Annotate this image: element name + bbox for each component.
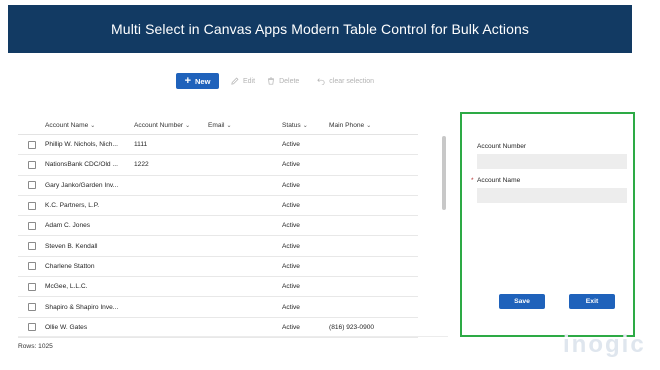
trash-icon bbox=[268, 77, 274, 85]
row-checkbox[interactable] bbox=[27, 262, 36, 271]
row-checkbox[interactable] bbox=[27, 242, 36, 251]
accounts-table: Account Name ⌄ Account Number ⌄ Email ⌄ Sta… bbox=[18, 116, 418, 338]
cell-status: Active bbox=[282, 202, 300, 210]
new-button-label: New bbox=[195, 76, 211, 86]
clear-selection-button[interactable]: clear selection bbox=[317, 73, 374, 89]
column-header-account-name[interactable]: Account Name ⌄ bbox=[45, 122, 134, 129]
row-checkbox[interactable] bbox=[27, 303, 36, 312]
account-name-label-wrap: * Account Name bbox=[471, 177, 521, 184]
table-row[interactable]: Gary Janko/Garden Inv... Active bbox=[18, 176, 418, 196]
row-checkbox[interactable] bbox=[27, 160, 36, 169]
page-title: Multi Select in Canvas Apps Modern Table… bbox=[111, 21, 529, 37]
cell-account-name: Gary Janko/Garden Inv... bbox=[45, 181, 119, 189]
cell-main-phone: (816) 923-0900 bbox=[329, 323, 375, 331]
header-banner: Multi Select in Canvas Apps Modern Table… bbox=[8, 5, 632, 53]
column-header-account-number[interactable]: Account Number ⌄ bbox=[134, 122, 208, 129]
row-checkbox[interactable] bbox=[27, 323, 36, 332]
delete-button-label: Delete bbox=[279, 77, 300, 85]
edit-button[interactable]: Edit bbox=[231, 73, 255, 89]
cell-account-number: 1222 bbox=[134, 161, 149, 169]
cell-account-name: Shapiro & Shapiro Inve... bbox=[45, 303, 119, 311]
chevron-down-icon: ⌄ bbox=[185, 122, 191, 129]
command-toolbar: + New Edit Delete clear selection bbox=[176, 73, 374, 89]
account-name-field[interactable] bbox=[477, 188, 627, 203]
table-row[interactable]: K.C. Partners, L.P. Active bbox=[18, 196, 418, 217]
cell-account-name: McGee, L.L.C. bbox=[45, 283, 88, 291]
cell-status: Active bbox=[282, 161, 300, 169]
column-header-email[interactable]: Email ⌄ bbox=[208, 122, 282, 129]
cell-status: Active bbox=[282, 323, 300, 331]
cell-status: Active bbox=[282, 222, 300, 230]
chevron-down-icon: ⌄ bbox=[302, 122, 308, 129]
cell-status: Active bbox=[282, 283, 300, 291]
inogic-watermark-logo: inogic bbox=[563, 331, 646, 358]
row-checkbox[interactable] bbox=[27, 201, 36, 210]
required-marker: * bbox=[471, 177, 474, 184]
row-checkbox[interactable] bbox=[27, 140, 36, 149]
cell-account-name: Adam C. Jones bbox=[45, 222, 91, 230]
table-footer-divider bbox=[18, 336, 448, 337]
new-button[interactable]: + New bbox=[176, 73, 219, 89]
cell-account-number: 1111 bbox=[134, 141, 148, 149]
cell-account-name: Ollie W. Gates bbox=[45, 323, 88, 331]
cell-status: Active bbox=[282, 262, 300, 270]
pencil-icon bbox=[231, 77, 239, 85]
chevron-down-icon: ⌄ bbox=[226, 122, 232, 129]
clear-selection-label: clear selection bbox=[329, 77, 375, 85]
table-row[interactable]: Steven B. Kendall Active bbox=[18, 236, 418, 257]
table-scrollbar[interactable] bbox=[442, 136, 446, 210]
table-row[interactable]: Ollie W. Gates Active (816) 923-0900 bbox=[18, 318, 418, 338]
column-header-main-phone[interactable]: Main Phone ⌄ bbox=[329, 122, 418, 129]
cell-account-name: NationsBank CDC/Old ... bbox=[45, 161, 118, 169]
chevron-down-icon: ⌄ bbox=[90, 122, 96, 129]
table-row[interactable]: NationsBank CDC/Old ... 1222 Active bbox=[18, 155, 418, 176]
table-row[interactable]: Shapiro & Shapiro Inve... Active bbox=[18, 297, 418, 318]
chevron-down-icon: ⌄ bbox=[366, 122, 372, 129]
row-checkbox[interactable] bbox=[27, 282, 36, 291]
table-row[interactable]: McGee, L.L.C. Active bbox=[18, 277, 418, 298]
table-row[interactable]: Phillip W. Nichols, Nich... 1111 Active bbox=[18, 135, 418, 156]
account-number-field[interactable] bbox=[477, 154, 627, 169]
cell-account-name: Charlene Statton bbox=[45, 262, 95, 270]
exit-button[interactable]: Exit bbox=[569, 294, 615, 309]
edit-button-label: Edit bbox=[243, 77, 256, 85]
cell-status: Active bbox=[282, 181, 300, 189]
column-header-status[interactable]: Status ⌄ bbox=[282, 122, 329, 129]
cell-account-name: K.C. Partners, L.P. bbox=[45, 202, 100, 210]
delete-button[interactable]: Delete bbox=[267, 73, 299, 89]
table-row[interactable]: Adam C. Jones Active bbox=[18, 216, 418, 237]
cell-status: Active bbox=[282, 141, 300, 149]
cell-account-name: Steven B. Kendall bbox=[45, 242, 98, 250]
cell-account-name: Phillip W. Nichols, Nich... bbox=[45, 141, 118, 149]
table-header: Account Name ⌄ Account Number ⌄ Email ⌄ Sta… bbox=[18, 116, 418, 135]
table-body: Phillip W. Nichols, Nich... 1111 Active Nat… bbox=[18, 135, 418, 338]
row-checkbox[interactable] bbox=[27, 181, 36, 190]
table-row[interactable]: Charlene Statton Active bbox=[18, 257, 418, 278]
cell-status: Active bbox=[282, 242, 300, 250]
cell-status: Active bbox=[282, 303, 300, 311]
row-checkbox[interactable] bbox=[27, 221, 36, 230]
save-button[interactable]: Save bbox=[499, 294, 545, 309]
undo-icon bbox=[317, 78, 325, 85]
edit-form-panel: Account Number * Account Name Save Exit bbox=[460, 112, 635, 337]
account-name-label: Account Name bbox=[477, 177, 521, 184]
plus-icon: + bbox=[184, 74, 191, 87]
account-number-label: Account Number bbox=[477, 143, 527, 150]
rows-count: Rows: 1025 bbox=[18, 343, 53, 350]
